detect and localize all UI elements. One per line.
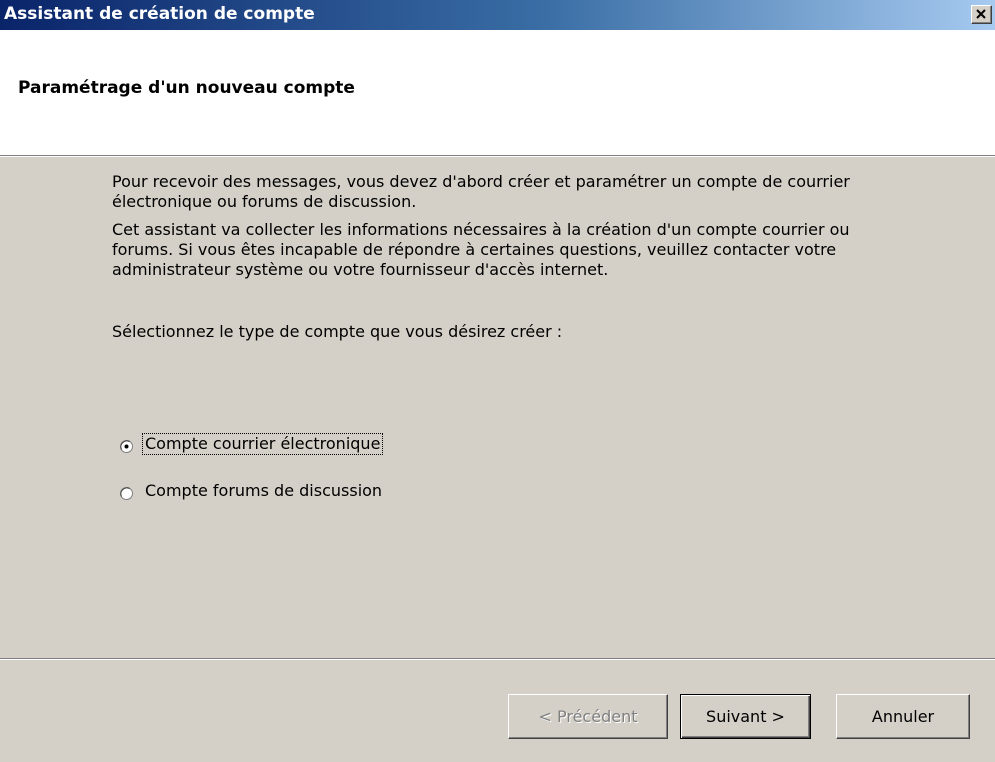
next-button[interactable]: Suivant > <box>680 694 811 739</box>
page-title: Paramétrage d'un nouveau compte <box>18 78 355 98</box>
footer-divider-highlight <box>0 659 995 660</box>
radio-unselected-icon[interactable] <box>120 485 133 500</box>
radio-option-email[interactable]: Compte courrier électronique <box>120 433 384 455</box>
title-bar[interactable]: Assistant de création de compte <box>0 0 995 30</box>
radio-selected-icon[interactable] <box>120 438 133 453</box>
radio-label-newsgroup[interactable]: Compte forums de discussion <box>143 481 384 501</box>
account-wizard-dialog: Assistant de création de compte Paramétr… <box>0 0 995 762</box>
previous-button[interactable]: < Précédent <box>508 694 668 739</box>
header-divider <box>0 156 995 157</box>
window-title: Assistant de création de compte <box>4 4 315 24</box>
intro-paragraph: Pour recevoir des messages, vous devez d… <box>112 172 850 211</box>
wizard-header: Paramétrage d'un nouveau compte <box>0 30 995 156</box>
radio-label-email[interactable]: Compte courrier électronique <box>141 433 384 455</box>
cancel-button[interactable]: Annuler <box>836 694 970 739</box>
info-paragraph: Cet assistant va collecter les informati… <box>112 220 850 279</box>
select-prompt: Sélectionnez le type de compte que vous … <box>112 322 563 341</box>
close-icon <box>976 9 986 19</box>
radio-option-newsgroup[interactable]: Compte forums de discussion <box>120 480 384 502</box>
close-button[interactable] <box>971 5 992 24</box>
